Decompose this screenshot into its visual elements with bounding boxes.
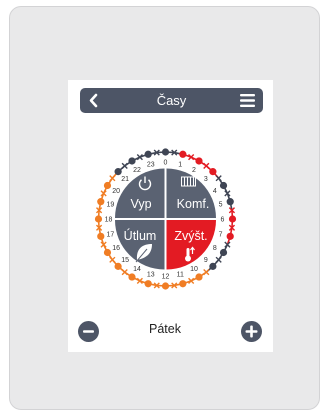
hour-label: 12 — [162, 274, 170, 281]
hour-label: 6 — [221, 217, 225, 224]
half-hour-marker[interactable] — [215, 256, 222, 263]
hour-dot[interactable] — [161, 148, 170, 156]
mode-comfort-label: Komf. — [177, 197, 210, 211]
hour-dot[interactable] — [161, 282, 170, 290]
hour-label: 5 — [219, 202, 223, 209]
hour-dot[interactable] — [114, 168, 122, 176]
hour-label: 0 — [164, 160, 168, 167]
hour-dot[interactable] — [195, 273, 203, 281]
mode-boost-button[interactable] — [166, 220, 217, 270]
hour-label: 7 — [219, 231, 223, 238]
hour-dot[interactable] — [226, 198, 234, 206]
hour-label: 18 — [105, 217, 113, 224]
day-label: Pátek — [149, 322, 181, 336]
half-hour-marker[interactable] — [109, 175, 116, 182]
hour-dot[interactable] — [219, 181, 228, 190]
hour-label: 19 — [107, 202, 115, 209]
next-day-button[interactable] — [241, 321, 262, 342]
half-hour-marker[interactable] — [203, 162, 210, 169]
hour-dot[interactable] — [195, 157, 203, 165]
hour-label: 4 — [213, 188, 217, 195]
hour-label: 3 — [204, 176, 208, 183]
half-hour-marker[interactable] — [215, 175, 222, 182]
hour-label: 1 — [178, 161, 182, 168]
hour-dot[interactable] — [219, 248, 228, 257]
mode-off-label: Vyp — [130, 197, 151, 211]
hour-label: 17 — [107, 231, 115, 238]
hour-dot[interactable] — [97, 198, 105, 206]
hour-dot[interactable] — [209, 168, 217, 176]
hour-label: 11 — [177, 272, 184, 279]
hour-label: 21 — [121, 176, 129, 183]
hour-dot[interactable] — [97, 232, 105, 240]
hour-label: 9 — [204, 257, 208, 264]
plus-icon — [245, 325, 258, 338]
hour-label: 20 — [112, 188, 120, 195]
hour-label: 14 — [133, 266, 141, 273]
time-program-dial: 0 1234567891011121314151617181920212223 V… — [94, 148, 237, 290]
hour-label: 8 — [213, 245, 217, 252]
hour-label: 15 — [121, 257, 129, 264]
hour-dot[interactable] — [128, 273, 136, 281]
hour-dot[interactable] — [144, 150, 152, 158]
hour-dot[interactable] — [179, 280, 187, 288]
hour-dot[interactable] — [209, 262, 217, 270]
hour-label: 13 — [147, 272, 155, 279]
half-hour-marker[interactable] — [109, 256, 116, 263]
hour-dot[interactable] — [103, 248, 112, 257]
hour-label: 10 — [190, 266, 198, 273]
mode-boost-label: Zvýšt. — [174, 229, 207, 243]
program-ring — [94, 148, 237, 290]
half-hour-marker[interactable] — [121, 269, 128, 276]
half-hour-marker[interactable] — [121, 162, 128, 169]
previous-day-button[interactable] — [78, 321, 99, 342]
hour-dot[interactable] — [114, 262, 122, 270]
hour-dot[interactable] — [103, 181, 112, 190]
hour-dot[interactable] — [94, 215, 103, 223]
hour-label: 23 — [147, 161, 155, 168]
hour-dot[interactable] — [179, 150, 187, 158]
half-hour-marker[interactable] — [203, 269, 210, 276]
hour-label: 22 — [133, 167, 141, 174]
hour-dot[interactable] — [128, 157, 136, 165]
hour-dot[interactable] — [226, 232, 234, 240]
mode-setback-label: Útlum — [124, 228, 157, 243]
hour-dot[interactable] — [144, 280, 152, 288]
hour-label: 2 — [192, 167, 196, 174]
hour-dot[interactable] — [228, 215, 237, 223]
minus-icon — [83, 330, 94, 333]
hour-label: 16 — [112, 245, 120, 252]
